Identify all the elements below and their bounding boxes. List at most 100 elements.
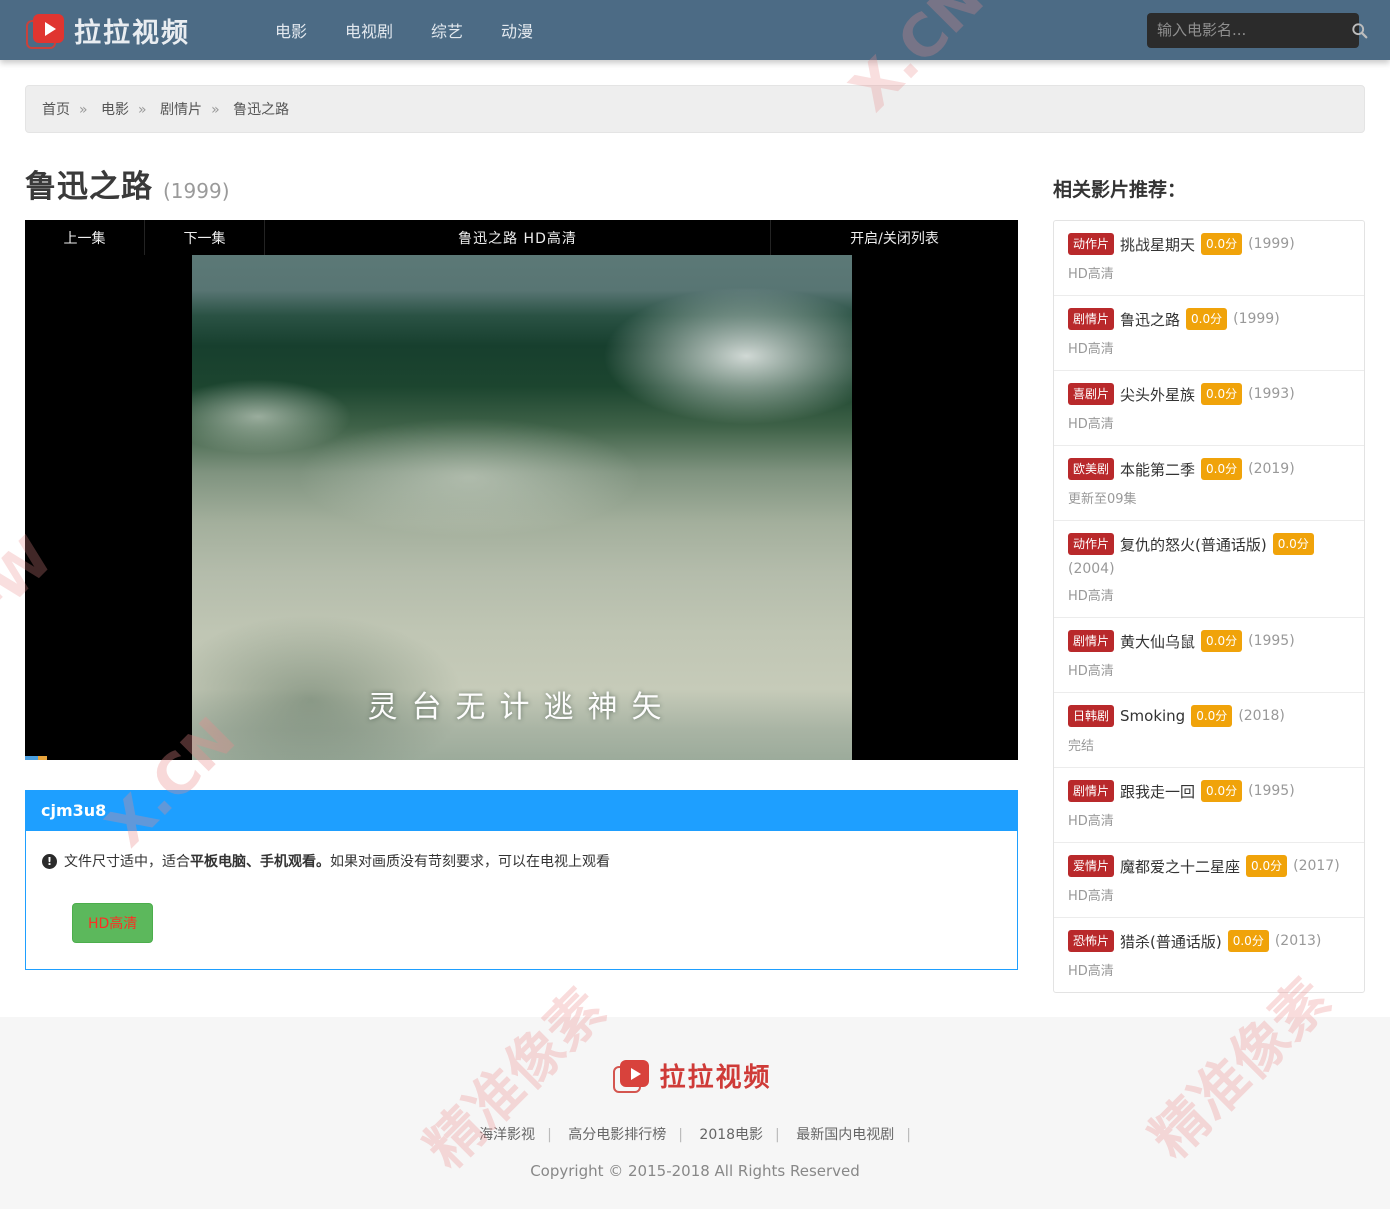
copyright: Copyright © 2015-2018 All Rights Reserve… bbox=[0, 1162, 1390, 1180]
breadcrumb-separator: » bbox=[138, 102, 147, 118]
related-movie-year: (1995) bbox=[1248, 783, 1295, 799]
nav-item[interactable]: 电影 bbox=[260, 10, 322, 50]
related-movie-remark: HD高清 bbox=[1068, 585, 1350, 604]
video-subtitle: 灵台无计逃神矢 bbox=[192, 682, 852, 726]
related-movie-year: (2004) bbox=[1068, 561, 1115, 577]
related-movie-remark: HD高清 bbox=[1068, 413, 1350, 432]
related-movie-remark: HD高清 bbox=[1068, 338, 1350, 357]
breadcrumb-item: 首页 » bbox=[42, 102, 97, 118]
nav-item[interactable]: 综艺 bbox=[416, 10, 478, 50]
notice-text: 文件尺寸适中，适合平板电脑、手机观看。如果对画质没有苛刻要求，可以在电视上观看 bbox=[64, 851, 610, 871]
related-movie-item[interactable]: 动作片 复仇的怒火(普通话版) 0.0分 (2004) HD高清 bbox=[1054, 521, 1364, 618]
footer-link[interactable]: 高分电影排行榜 bbox=[568, 1127, 666, 1143]
seek-progress-blue[interactable] bbox=[25, 756, 38, 760]
related-movie-title[interactable]: 挑战星期天 bbox=[1120, 234, 1195, 255]
footer-link-wrap: 2018电影| bbox=[693, 1127, 785, 1143]
nav-item[interactable]: 电视剧 bbox=[330, 10, 408, 50]
score-badge: 0.0分 bbox=[1191, 705, 1232, 727]
related-movie-remark: 完结 bbox=[1068, 735, 1350, 754]
breadcrumb-item: 电影 » bbox=[101, 102, 156, 118]
prev-episode-button[interactable]: 上一集 bbox=[25, 220, 145, 255]
related-movie-year: (1999) bbox=[1233, 311, 1280, 327]
breadcrumb-separator: » bbox=[79, 102, 88, 118]
breadcrumb-link[interactable]: 首页 bbox=[42, 102, 70, 118]
footer-link-separator: | bbox=[547, 1127, 552, 1143]
score-badge: 0.0分 bbox=[1201, 630, 1242, 652]
related-movie-title[interactable]: 跟我走一回 bbox=[1120, 781, 1195, 802]
breadcrumb-link[interactable]: 剧情片 bbox=[160, 102, 202, 118]
related-movie-year: (2017) bbox=[1293, 858, 1340, 874]
related-movie-title[interactable]: 本能第二季 bbox=[1120, 459, 1195, 480]
page-title-year: (1999) bbox=[163, 179, 230, 206]
related-movie-year: (2019) bbox=[1248, 461, 1295, 477]
related-movies-panel: 动作片 挑战星期天 0.0分 (1999) HD高清 剧情片 鲁迅之路 0.0分… bbox=[1053, 220, 1365, 993]
related-movie-item[interactable]: 剧情片 鲁迅之路 0.0分 (1999) HD高清 bbox=[1054, 296, 1364, 371]
search-icon[interactable] bbox=[1351, 22, 1368, 39]
related-movie-year: (1995) bbox=[1248, 633, 1295, 649]
toggle-playlist-button[interactable]: 开启/关闭列表 bbox=[770, 220, 1018, 255]
related-movie-title[interactable]: 猎杀(普通话版) bbox=[1120, 931, 1222, 952]
score-badge: 0.0分 bbox=[1246, 855, 1287, 877]
search-box bbox=[1147, 13, 1359, 48]
brand-logo[interactable]: 拉拉视频 bbox=[31, 11, 190, 50]
footer-link[interactable]: 2018电影 bbox=[699, 1127, 763, 1143]
breadcrumb-separator: » bbox=[211, 102, 220, 118]
play-logo-icon bbox=[31, 14, 65, 46]
footer-link[interactable]: 最新国内电视剧 bbox=[796, 1127, 894, 1143]
top-navbar: 拉拉视频 电影 电视剧 综艺 动漫 bbox=[0, 0, 1390, 60]
related-movie-item[interactable]: 恐怖片 猎杀(普通话版) 0.0分 (2013) HD高清 bbox=[1054, 918, 1364, 992]
breadcrumb-item: 剧情片 » bbox=[160, 102, 229, 118]
breadcrumb: 首页 » 电影 » 剧情片 » 鲁迅之路» bbox=[25, 85, 1365, 133]
footer: 拉拉视频 海洋影视 | 高分电影排行榜 | 2018电影| 最新国内电视剧 | Cop… bbox=[0, 1017, 1390, 1209]
source-panel: cjm3u8 ! 文件尺寸适中，适合平板电脑、手机观看。如果对画质没有苛刻要求，… bbox=[25, 790, 1018, 970]
related-movie-remark: HD高清 bbox=[1068, 960, 1350, 979]
related-movie-title[interactable]: 复仇的怒火(普通话版) bbox=[1120, 534, 1267, 555]
score-badge: 0.0分 bbox=[1201, 233, 1242, 255]
footer-link-separator: | bbox=[678, 1127, 683, 1143]
related-movie-item[interactable]: 剧情片 黄大仙乌鼠 0.0分 (1995) HD高清 bbox=[1054, 618, 1364, 693]
related-movie-remark: 更新至09集 bbox=[1068, 488, 1350, 507]
related-movie-item[interactable]: 剧情片 跟我走一回 0.0分 (1995) HD高清 bbox=[1054, 768, 1364, 843]
related-movie-item[interactable]: 爱情片 魔都爱之十二星座 0.0分 (2017) HD高清 bbox=[1054, 843, 1364, 918]
footer-play-logo-icon bbox=[618, 1060, 650, 1091]
related-movie-title[interactable]: 尖头外星族 bbox=[1120, 384, 1195, 405]
footer-link-wrap: 海洋影视 | bbox=[473, 1127, 558, 1143]
nav-item[interactable]: 动漫 bbox=[486, 10, 548, 50]
breadcrumb-link[interactable]: 电影 bbox=[101, 102, 129, 118]
search-input[interactable] bbox=[1157, 21, 1351, 39]
info-circle-icon: ! bbox=[42, 854, 57, 869]
related-movie-item[interactable]: 喜剧片 尖头外星族 0.0分 (1993) HD高清 bbox=[1054, 371, 1364, 446]
related-movie-title[interactable]: Smoking bbox=[1120, 707, 1185, 725]
related-movie-item[interactable]: 欧美剧 本能第二季 0.0分 (2019) 更新至09集 bbox=[1054, 446, 1364, 521]
related-movie-item[interactable]: 动作片 挑战星期天 0.0分 (1999) HD高清 bbox=[1054, 221, 1364, 296]
source-tab[interactable]: cjm3u8 bbox=[25, 790, 1018, 831]
next-episode-button[interactable]: 下一集 bbox=[145, 220, 265, 255]
seek-progress-orange[interactable] bbox=[38, 756, 47, 760]
related-movie-title[interactable]: 鲁迅之路 bbox=[1120, 309, 1180, 330]
category-badge: 剧情片 bbox=[1068, 630, 1114, 652]
main-nav: 电影 电视剧 综艺 动漫 bbox=[260, 10, 548, 50]
related-movie-year: (2013) bbox=[1275, 933, 1322, 949]
footer-links: 海洋影视 | 高分电影排行榜 | 2018电影| 最新国内电视剧 | bbox=[0, 1124, 1390, 1144]
video-stage[interactable]: 灵台无计逃神矢 bbox=[25, 255, 1018, 760]
related-movie-title[interactable]: 魔都爱之十二星座 bbox=[1120, 856, 1240, 877]
related-movie-remark: HD高清 bbox=[1068, 263, 1350, 282]
related-movie-item[interactable]: 日韩剧 Smoking 0.0分 (2018) 完结 bbox=[1054, 693, 1364, 768]
category-badge: 爱情片 bbox=[1068, 855, 1114, 877]
footer-brand[interactable]: 拉拉视频 bbox=[0, 1057, 1390, 1094]
score-badge: 0.0分 bbox=[1186, 308, 1227, 330]
player-toolbar: 上一集 下一集 鲁迅之路 HD高清 开启/关闭列表 bbox=[25, 220, 1018, 255]
category-badge: 喜剧片 bbox=[1068, 383, 1114, 405]
episode-hd-button[interactable]: HD高清 bbox=[72, 903, 153, 943]
related-movie-title[interactable]: 黄大仙乌鼠 bbox=[1120, 631, 1195, 652]
category-badge: 动作片 bbox=[1068, 233, 1114, 255]
footer-link[interactable]: 海洋影视 bbox=[479, 1127, 535, 1143]
page-title: 鲁迅之路 bbox=[25, 161, 153, 206]
breadcrumb-link[interactable]: 鲁迅之路 bbox=[233, 102, 289, 118]
breadcrumb-item: 鲁迅之路» bbox=[233, 102, 289, 118]
score-badge: 0.0分 bbox=[1201, 780, 1242, 802]
brand-name: 拉拉视频 bbox=[74, 11, 190, 50]
related-movie-remark: HD高清 bbox=[1068, 810, 1350, 829]
related-heading: 相关影片推荐： bbox=[1053, 175, 1365, 206]
category-badge: 动作片 bbox=[1068, 533, 1114, 555]
